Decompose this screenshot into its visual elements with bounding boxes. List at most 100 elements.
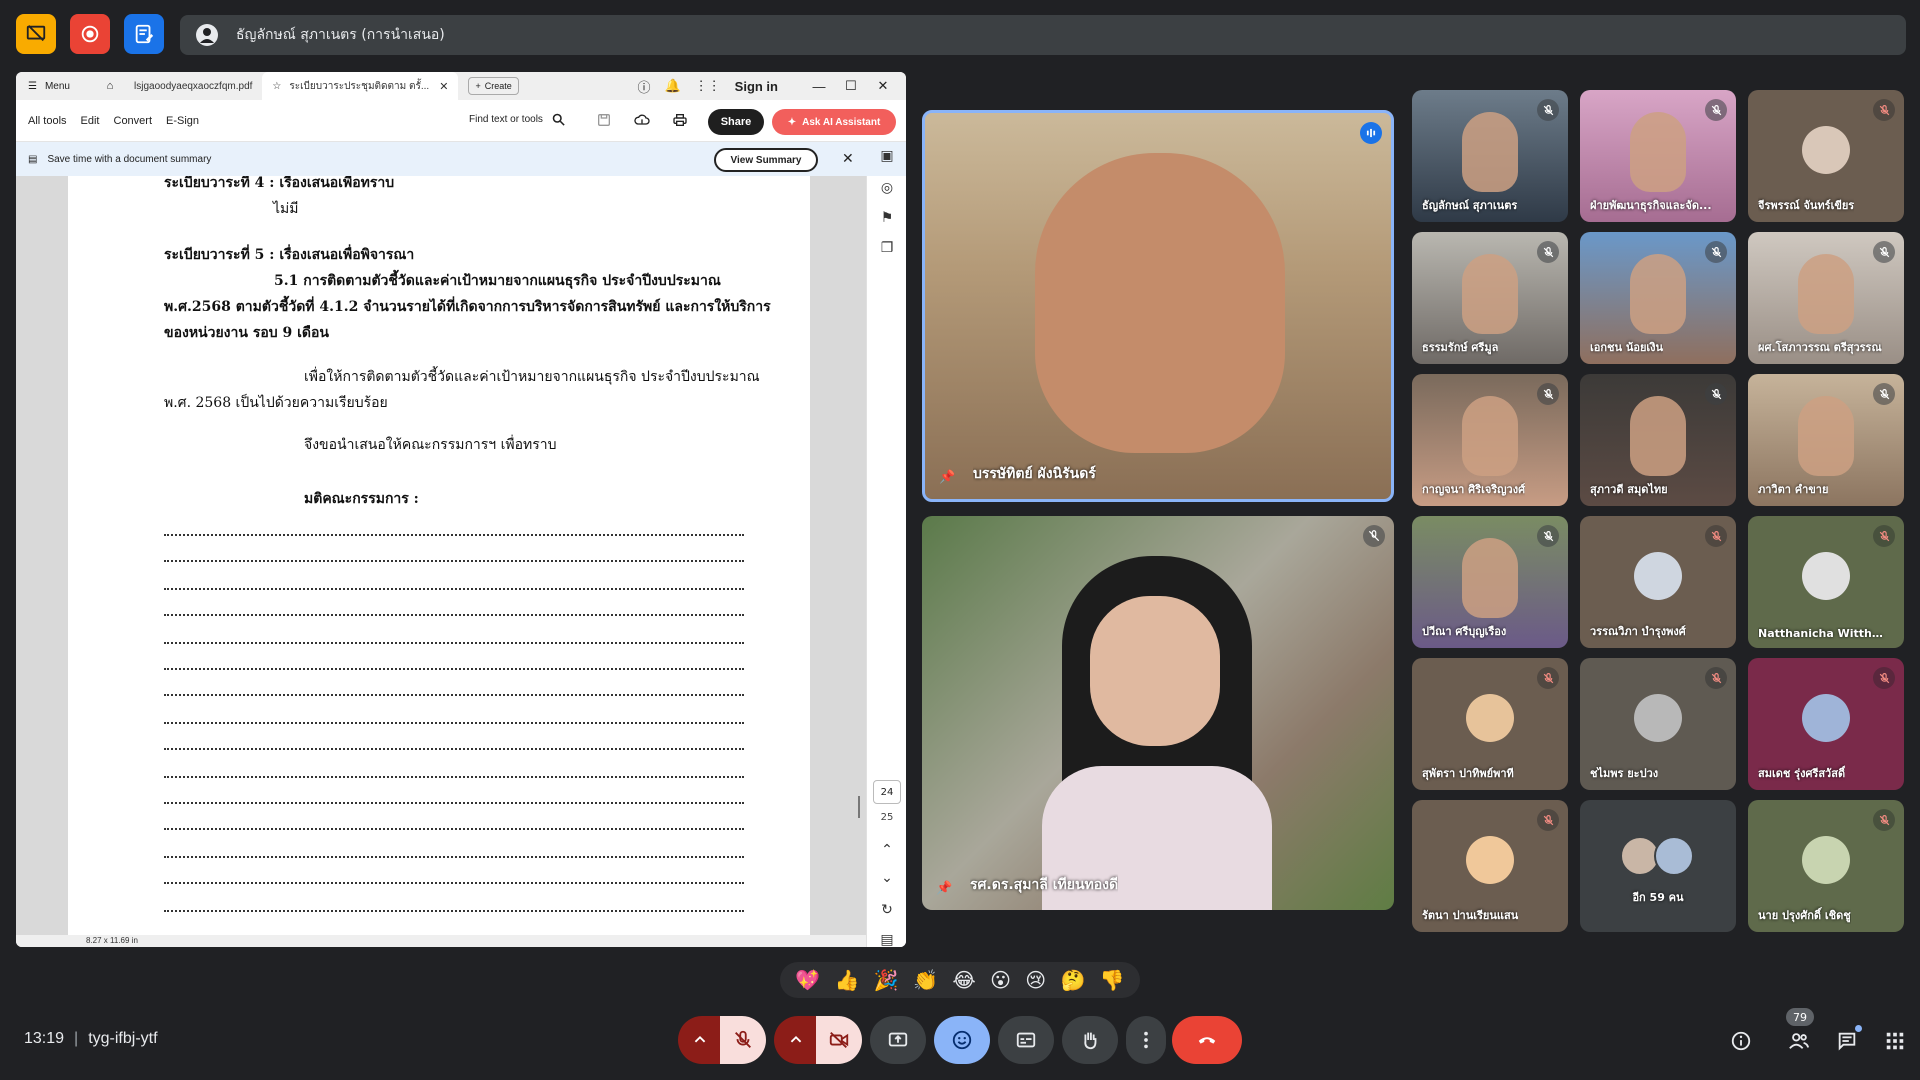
bell-icon[interactable]: 🔔 bbox=[664, 78, 680, 94]
ai-icon[interactable]: ◎ bbox=[877, 178, 897, 198]
raise-hand-button[interactable] bbox=[1062, 1016, 1118, 1064]
reaction-thumbs-down[interactable]: 👎 bbox=[1100, 968, 1125, 992]
reaction-sad[interactable]: 😢 bbox=[1025, 968, 1046, 992]
participant-tile[interactable]: ปวีณา ศรีบุญเรือง bbox=[1412, 516, 1568, 648]
pin-icon[interactable]: 📌 bbox=[936, 881, 952, 896]
participant-tile[interactable]: สุภาวดี สมุดไทย bbox=[1580, 374, 1736, 506]
meeting-details-icon[interactable] bbox=[1728, 1028, 1754, 1054]
convert-menu[interactable]: Convert bbox=[114, 115, 153, 127]
participant-tile[interactable]: จีรพรรณ์ จันทร์เขียร bbox=[1748, 90, 1904, 222]
cloud-upload-icon[interactable] bbox=[634, 112, 650, 128]
page-icon[interactable]: ▤ bbox=[877, 930, 897, 947]
agenda-5-1-line3: ของหน่วยงาน รอบ 9 เดือน bbox=[164, 325, 329, 341]
reaction-surprised[interactable]: 😮 bbox=[990, 968, 1011, 992]
participant-tile[interactable]: ภาวิตา คำขาย bbox=[1748, 374, 1904, 506]
captions-icon bbox=[1016, 1032, 1036, 1048]
recording-icon[interactable] bbox=[70, 14, 110, 54]
minimize-icon[interactable]: — bbox=[810, 79, 828, 94]
participant-tile[interactable]: ผศ.โสภาวรรณ ตรีสุวรรณ bbox=[1748, 232, 1904, 364]
ask-ai-assistant-button[interactable]: ✦ Ask AI Assistant bbox=[772, 109, 896, 135]
participant-tile[interactable]: ธรรมรักษ์ ศรีมูล bbox=[1412, 232, 1568, 364]
participant-tile[interactable]: วรรณวิภา บำรุงพงศ์ bbox=[1580, 516, 1736, 648]
microphone-toggle[interactable] bbox=[720, 1016, 766, 1064]
reaction-party[interactable]: 🎉 bbox=[874, 968, 899, 992]
summary-banner: ▤ Save time with a document summary View… bbox=[16, 142, 906, 176]
activities-icon[interactable] bbox=[1882, 1028, 1908, 1054]
pin-icon[interactable]: 📌 bbox=[939, 470, 955, 485]
speaker-tile-second[interactable]: 📌 รศ.ดร.สุมาลี เทียนทองดี bbox=[922, 516, 1394, 910]
notes-icon[interactable] bbox=[124, 14, 164, 54]
participant-tile[interactable]: นาย ปรุงศักดิ์ เชิดชู bbox=[1748, 800, 1904, 932]
page-number-input[interactable]: 24 bbox=[873, 780, 901, 804]
speaker-tile-main[interactable]: 📌 บรรษัทิตย์ ผังนิรันดร์ bbox=[922, 110, 1394, 502]
participant-tile[interactable]: กาญจนา ศิริเจริญวงศ์ bbox=[1412, 374, 1568, 506]
leave-call-button[interactable] bbox=[1172, 1016, 1242, 1064]
speaker-face bbox=[1035, 153, 1285, 453]
comment-panel-icon[interactable]: ▣ bbox=[877, 146, 897, 166]
share-button[interactable]: Share bbox=[708, 109, 764, 135]
menu-button[interactable]: ☰ Menu bbox=[16, 81, 96, 92]
bookmark-icon[interactable]: ⚑ bbox=[877, 208, 897, 228]
edit-menu[interactable]: Edit bbox=[81, 115, 100, 127]
captions-button[interactable] bbox=[998, 1016, 1054, 1064]
video-options-chevron[interactable] bbox=[774, 1016, 818, 1064]
tab-pdf-1[interactable]: lsjgaoodyaeqxaoczfqm.pdf bbox=[124, 72, 262, 100]
participant-tile[interactable]: ฝ่ายพัฒนาธุรกิจและจัด... bbox=[1580, 90, 1736, 222]
rotate-icon[interactable]: ↻ bbox=[877, 900, 897, 920]
close-window-icon[interactable]: ✕ bbox=[874, 78, 892, 94]
dotted-line bbox=[164, 882, 744, 884]
participant-tile[interactable]: สุพัตรา ปาทิพย์พาที bbox=[1412, 658, 1568, 790]
find-text-tools[interactable]: Find text or tools bbox=[469, 112, 566, 127]
status-bar: 8.27 x 11.69 in bbox=[16, 935, 866, 947]
apps-grid-icon[interactable]: ⋮⋮ bbox=[695, 78, 721, 94]
participant-tile[interactable]: รัตนา ปานเรียนแสน bbox=[1412, 800, 1568, 932]
participant-name: ฝ่ายพัฒนาธุรกิจและจัด... bbox=[1590, 199, 1712, 212]
star-icon[interactable]: ☆ bbox=[272, 81, 281, 92]
participant-tile[interactable]: เอกชน น้อยเงิน bbox=[1580, 232, 1736, 364]
reaction-heart[interactable]: 💖 bbox=[795, 968, 820, 992]
esign-menu[interactable]: E-Sign bbox=[166, 115, 199, 127]
vertical-scrollbar[interactable] bbox=[858, 796, 860, 818]
reaction-laugh[interactable]: 😂 bbox=[952, 968, 975, 992]
close-tab-icon[interactable]: ✕ bbox=[439, 80, 448, 93]
home-icon[interactable]: ⌂ bbox=[96, 80, 124, 92]
maximize-icon[interactable]: ☐ bbox=[842, 78, 860, 94]
reactions-button[interactable] bbox=[934, 1016, 990, 1064]
page-up-icon[interactable]: ⌃ bbox=[877, 840, 897, 860]
mic-off-icon bbox=[1705, 525, 1727, 547]
participant-tile[interactable]: สมเดช รุ่งศรีสวัสดิ์ bbox=[1748, 658, 1904, 790]
chat-icon[interactable] bbox=[1834, 1025, 1862, 1054]
reaction-thumbs-up[interactable]: 👍 bbox=[834, 968, 859, 992]
all-tools-menu[interactable]: All tools bbox=[28, 115, 67, 127]
create-button[interactable]: + Create bbox=[468, 77, 519, 95]
mic-off-icon bbox=[1873, 99, 1895, 121]
save-icon[interactable] bbox=[596, 112, 612, 128]
print-icon[interactable] bbox=[672, 112, 688, 128]
agenda-4-none: ไม่มี bbox=[273, 201, 299, 217]
sign-in-link[interactable]: Sign in bbox=[735, 79, 778, 94]
close-banner-icon[interactable]: ✕ bbox=[842, 150, 854, 167]
participant-name: นาย ปรุงศักดิ์ เชิดชู bbox=[1758, 909, 1851, 922]
dotted-line bbox=[164, 694, 744, 696]
stop-presenting-icon[interactable] bbox=[16, 14, 56, 54]
participant-tile[interactable]: ชไมพร ยะปวง bbox=[1580, 658, 1736, 790]
view-summary-button[interactable]: View Summary bbox=[714, 148, 818, 172]
document-viewport[interactable]: ระเบียบวาระที่ 4 : เรื่องเสนอเพื่อทราบ ไ… bbox=[16, 148, 906, 947]
participant-name: สุพัตรา ปาทิพย์พาที bbox=[1422, 767, 1514, 780]
audio-options-chevron[interactable] bbox=[678, 1016, 722, 1064]
help-icon[interactable]: ⓘ bbox=[637, 77, 650, 96]
participant-tile[interactable]: Natthanicha Wittha... bbox=[1748, 516, 1904, 648]
agenda-5: ระเบียบวาระที่ 5 : เรื่องเสนอเพื่อพิจารณ… bbox=[164, 247, 415, 263]
tab-pdf-2[interactable]: ☆ ระเบียบวาระประชุมติดตาม ตรั้... ✕ bbox=[262, 72, 459, 100]
people-icon[interactable] bbox=[1786, 1028, 1812, 1054]
participant-name: ธรรมรักษ์ ศรีมูล bbox=[1422, 341, 1499, 354]
camera-toggle[interactable] bbox=[816, 1016, 862, 1064]
present-screen-button[interactable] bbox=[870, 1016, 926, 1064]
reaction-thinking[interactable]: 🤔 bbox=[1061, 968, 1086, 992]
more-options-button[interactable] bbox=[1126, 1016, 1166, 1064]
participant-tile[interactable]: ธัญลักษณ์ สุภาเนตร bbox=[1412, 90, 1568, 222]
more-participants-tile[interactable]: อีก 59 คน bbox=[1580, 800, 1736, 932]
reaction-clap[interactable]: 👏 bbox=[913, 968, 938, 992]
page-down-icon[interactable]: ⌄ bbox=[877, 868, 897, 888]
copy-pages-icon[interactable]: ❐ bbox=[877, 238, 897, 258]
